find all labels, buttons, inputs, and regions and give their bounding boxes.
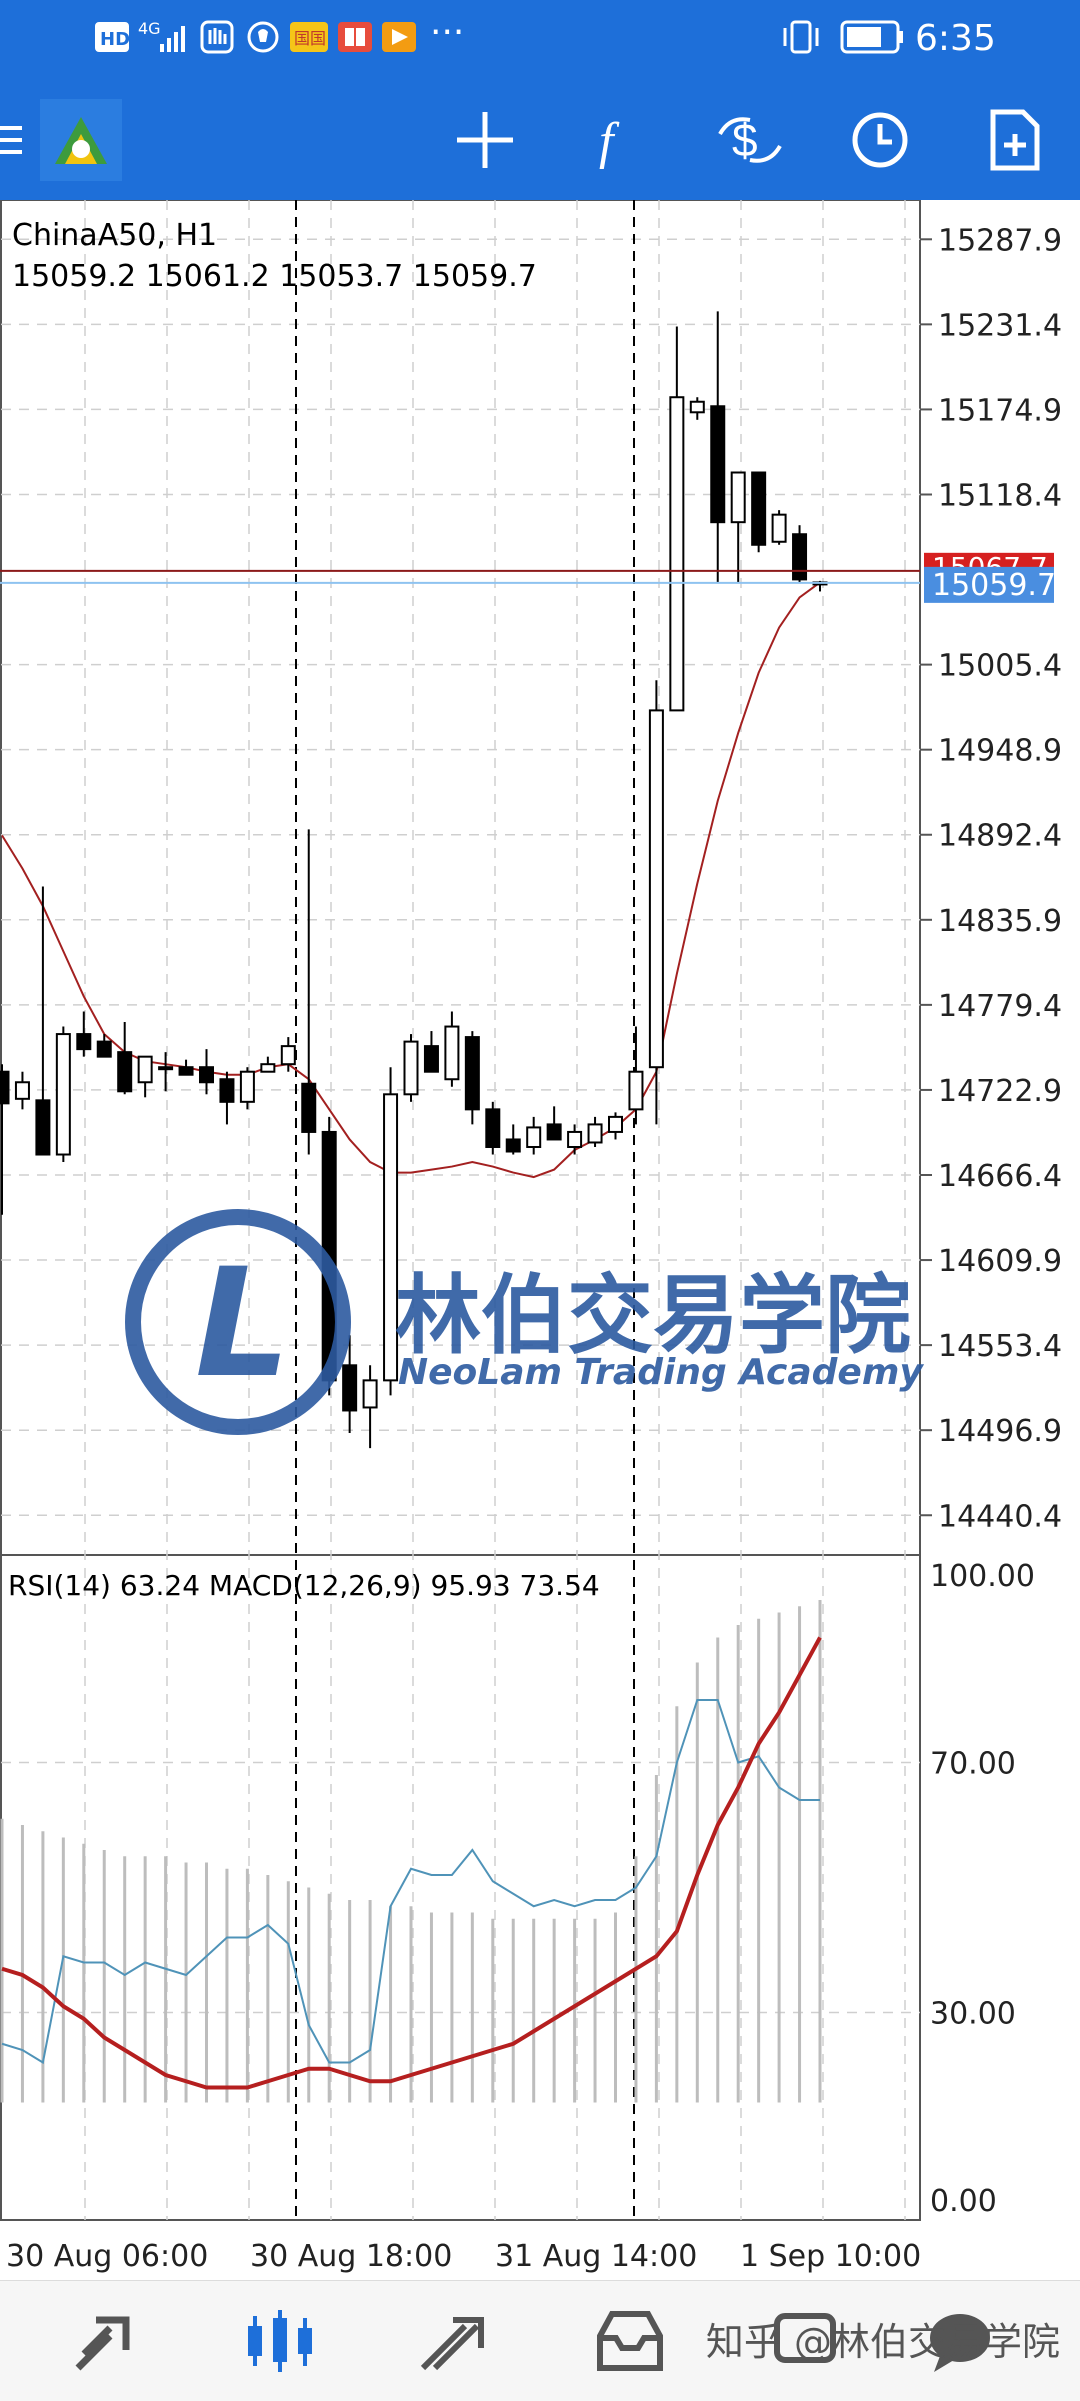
price-tick-label: 14948.9 xyxy=(938,734,1062,769)
bull-candle xyxy=(55,1033,71,1156)
bull-candle xyxy=(587,1123,603,1144)
bear-candle xyxy=(0,1070,10,1105)
time-axis-label: 31 Aug 14:00 xyxy=(495,2239,697,2274)
bull-candle xyxy=(567,1130,583,1148)
time-axis-label: 30 Aug 06:00 xyxy=(6,2239,208,2274)
bull-candle xyxy=(14,1081,30,1100)
chart-canvas[interactable]: 15287.9 15231.4 15174.9 15118.4 15005.4 14948… xyxy=(0,200,1080,2280)
watermark-en-text: NeoLam Trading Academy xyxy=(398,1352,924,1393)
price-tick-label: 14666.4 xyxy=(938,1159,1062,1194)
more-indicator: ··· xyxy=(430,12,464,53)
bull-candle xyxy=(260,1063,276,1073)
svg-text:f: f xyxy=(599,113,620,170)
bull-candle xyxy=(444,1025,460,1081)
bull-candle xyxy=(608,1115,623,1133)
add-document-icon[interactable] xyxy=(960,80,1070,200)
price-tick-label: 15231.4 xyxy=(938,308,1062,343)
bull-candle xyxy=(628,1070,644,1111)
hand-icon xyxy=(200,20,234,54)
bull-candle xyxy=(137,1055,153,1084)
price-tick-label: 14440.4 xyxy=(938,1499,1062,1534)
bull-candle xyxy=(771,513,787,543)
price-tick-label: 15118.4 xyxy=(938,478,1062,513)
bear-candle xyxy=(219,1078,235,1103)
trade-icon[interactable]: $ xyxy=(695,80,805,200)
history-icon[interactable] xyxy=(570,2281,690,2401)
vibrate-icon xyxy=(783,20,819,54)
price-tick-label: 14779.4 xyxy=(938,989,1062,1024)
symbol-label: ChinaA50, H1 xyxy=(12,218,217,253)
clock-time: 6:35 xyxy=(915,18,996,59)
bear-candle xyxy=(117,1051,133,1093)
price-tick-label: 14722.9 xyxy=(938,1074,1062,1109)
price-tick-label: 15005.4 xyxy=(938,649,1062,684)
price-tick-label: 14609.9 xyxy=(938,1244,1062,1279)
bear-candle xyxy=(751,471,767,546)
time-axis-label: 1 Sep 10:00 xyxy=(740,2239,921,2274)
bull-candle xyxy=(158,1066,174,1071)
bottom-navigation: 知乎 @林伯交易学院 xyxy=(0,2280,1080,2401)
indicator-tick-label: 30.00 xyxy=(930,1997,1016,2032)
bull-candle xyxy=(362,1379,378,1409)
clock-icon[interactable] xyxy=(825,80,935,200)
bull-candle xyxy=(730,471,746,524)
bull-candle xyxy=(689,400,705,414)
bear-candle xyxy=(464,1036,480,1111)
chart-icon[interactable] xyxy=(220,2281,340,2401)
bear-candle xyxy=(710,405,726,524)
bear-candle xyxy=(792,533,808,581)
quotes-icon[interactable] xyxy=(45,2281,165,2401)
bull-candle xyxy=(239,1070,255,1103)
bull-candle xyxy=(526,1126,542,1148)
bear-candle xyxy=(96,1040,112,1058)
indicator-plot-frame xyxy=(0,1554,921,2221)
battery-icon xyxy=(840,20,903,54)
price-tick-label: 15287.9 xyxy=(938,223,1062,258)
trade-nav-icon[interactable] xyxy=(395,2281,515,2401)
bull-candle xyxy=(648,709,664,1069)
4g-text: 4G xyxy=(138,19,161,38)
app-logo-icon[interactable] xyxy=(38,80,124,200)
play-icon xyxy=(382,22,416,52)
bear-candle xyxy=(485,1108,501,1148)
bear-candle xyxy=(505,1138,521,1153)
watermark-cn-text: 林伯交易学院 xyxy=(395,1266,911,1366)
bear-candle xyxy=(199,1066,214,1084)
bear-candle xyxy=(546,1123,562,1141)
chart-toolbar: f $ xyxy=(0,80,1080,200)
indicator-tick-label: 70.00 xyxy=(930,1747,1016,1782)
bull-candle xyxy=(280,1045,296,1066)
status-bar-svg: HD 4G 国国 ··· 6:35 xyxy=(95,12,996,59)
bull-candle xyxy=(403,1040,419,1096)
time-axis-label: 30 Aug 18:00 xyxy=(250,2239,452,2274)
indicator-tick-label: 100.00 xyxy=(930,1559,1035,1594)
ohlc-label: 15059.2 15061.2 15053.7 15059.7 xyxy=(12,259,537,294)
bear-candle xyxy=(423,1045,439,1073)
book-icon xyxy=(338,22,372,52)
price-tick-label: 14553.4 xyxy=(938,1329,1062,1364)
price-tick-label: 15174.9 xyxy=(938,393,1062,428)
indicator-tick-label: 0.00 xyxy=(930,2184,997,2219)
function-icon[interactable]: f xyxy=(560,80,670,200)
price-tick-label: 14496.9 xyxy=(938,1414,1062,1449)
hd-text: HD xyxy=(100,29,130,50)
watermark-logo-letter: L xyxy=(195,1237,291,1411)
footer-watermark: 知乎 @林伯交易学院 xyxy=(705,2320,1060,2364)
bulb-icon xyxy=(247,21,279,53)
bear-candle xyxy=(76,1033,92,1051)
indicator-label: RSI(14) 63.24 MACD(12,26,9) 95.93 73.54 xyxy=(8,1569,600,1602)
bear-candle xyxy=(342,1364,358,1412)
bear-candle xyxy=(178,1066,194,1076)
price-tick-label: 14835.9 xyxy=(938,904,1062,939)
current-price-label: 15059.7 xyxy=(932,568,1056,603)
crosshair-icon[interactable] xyxy=(430,80,540,200)
bull-candle xyxy=(669,396,685,712)
signal-icon xyxy=(160,26,185,52)
price-tick-label: 14892.4 xyxy=(938,819,1062,854)
bear-candle xyxy=(301,1082,317,1133)
status-bar: HD 4G 国国 ··· 6:35 xyxy=(0,0,1080,80)
bear-candle xyxy=(35,1099,51,1156)
app-badge-text: 国国 xyxy=(294,29,326,48)
